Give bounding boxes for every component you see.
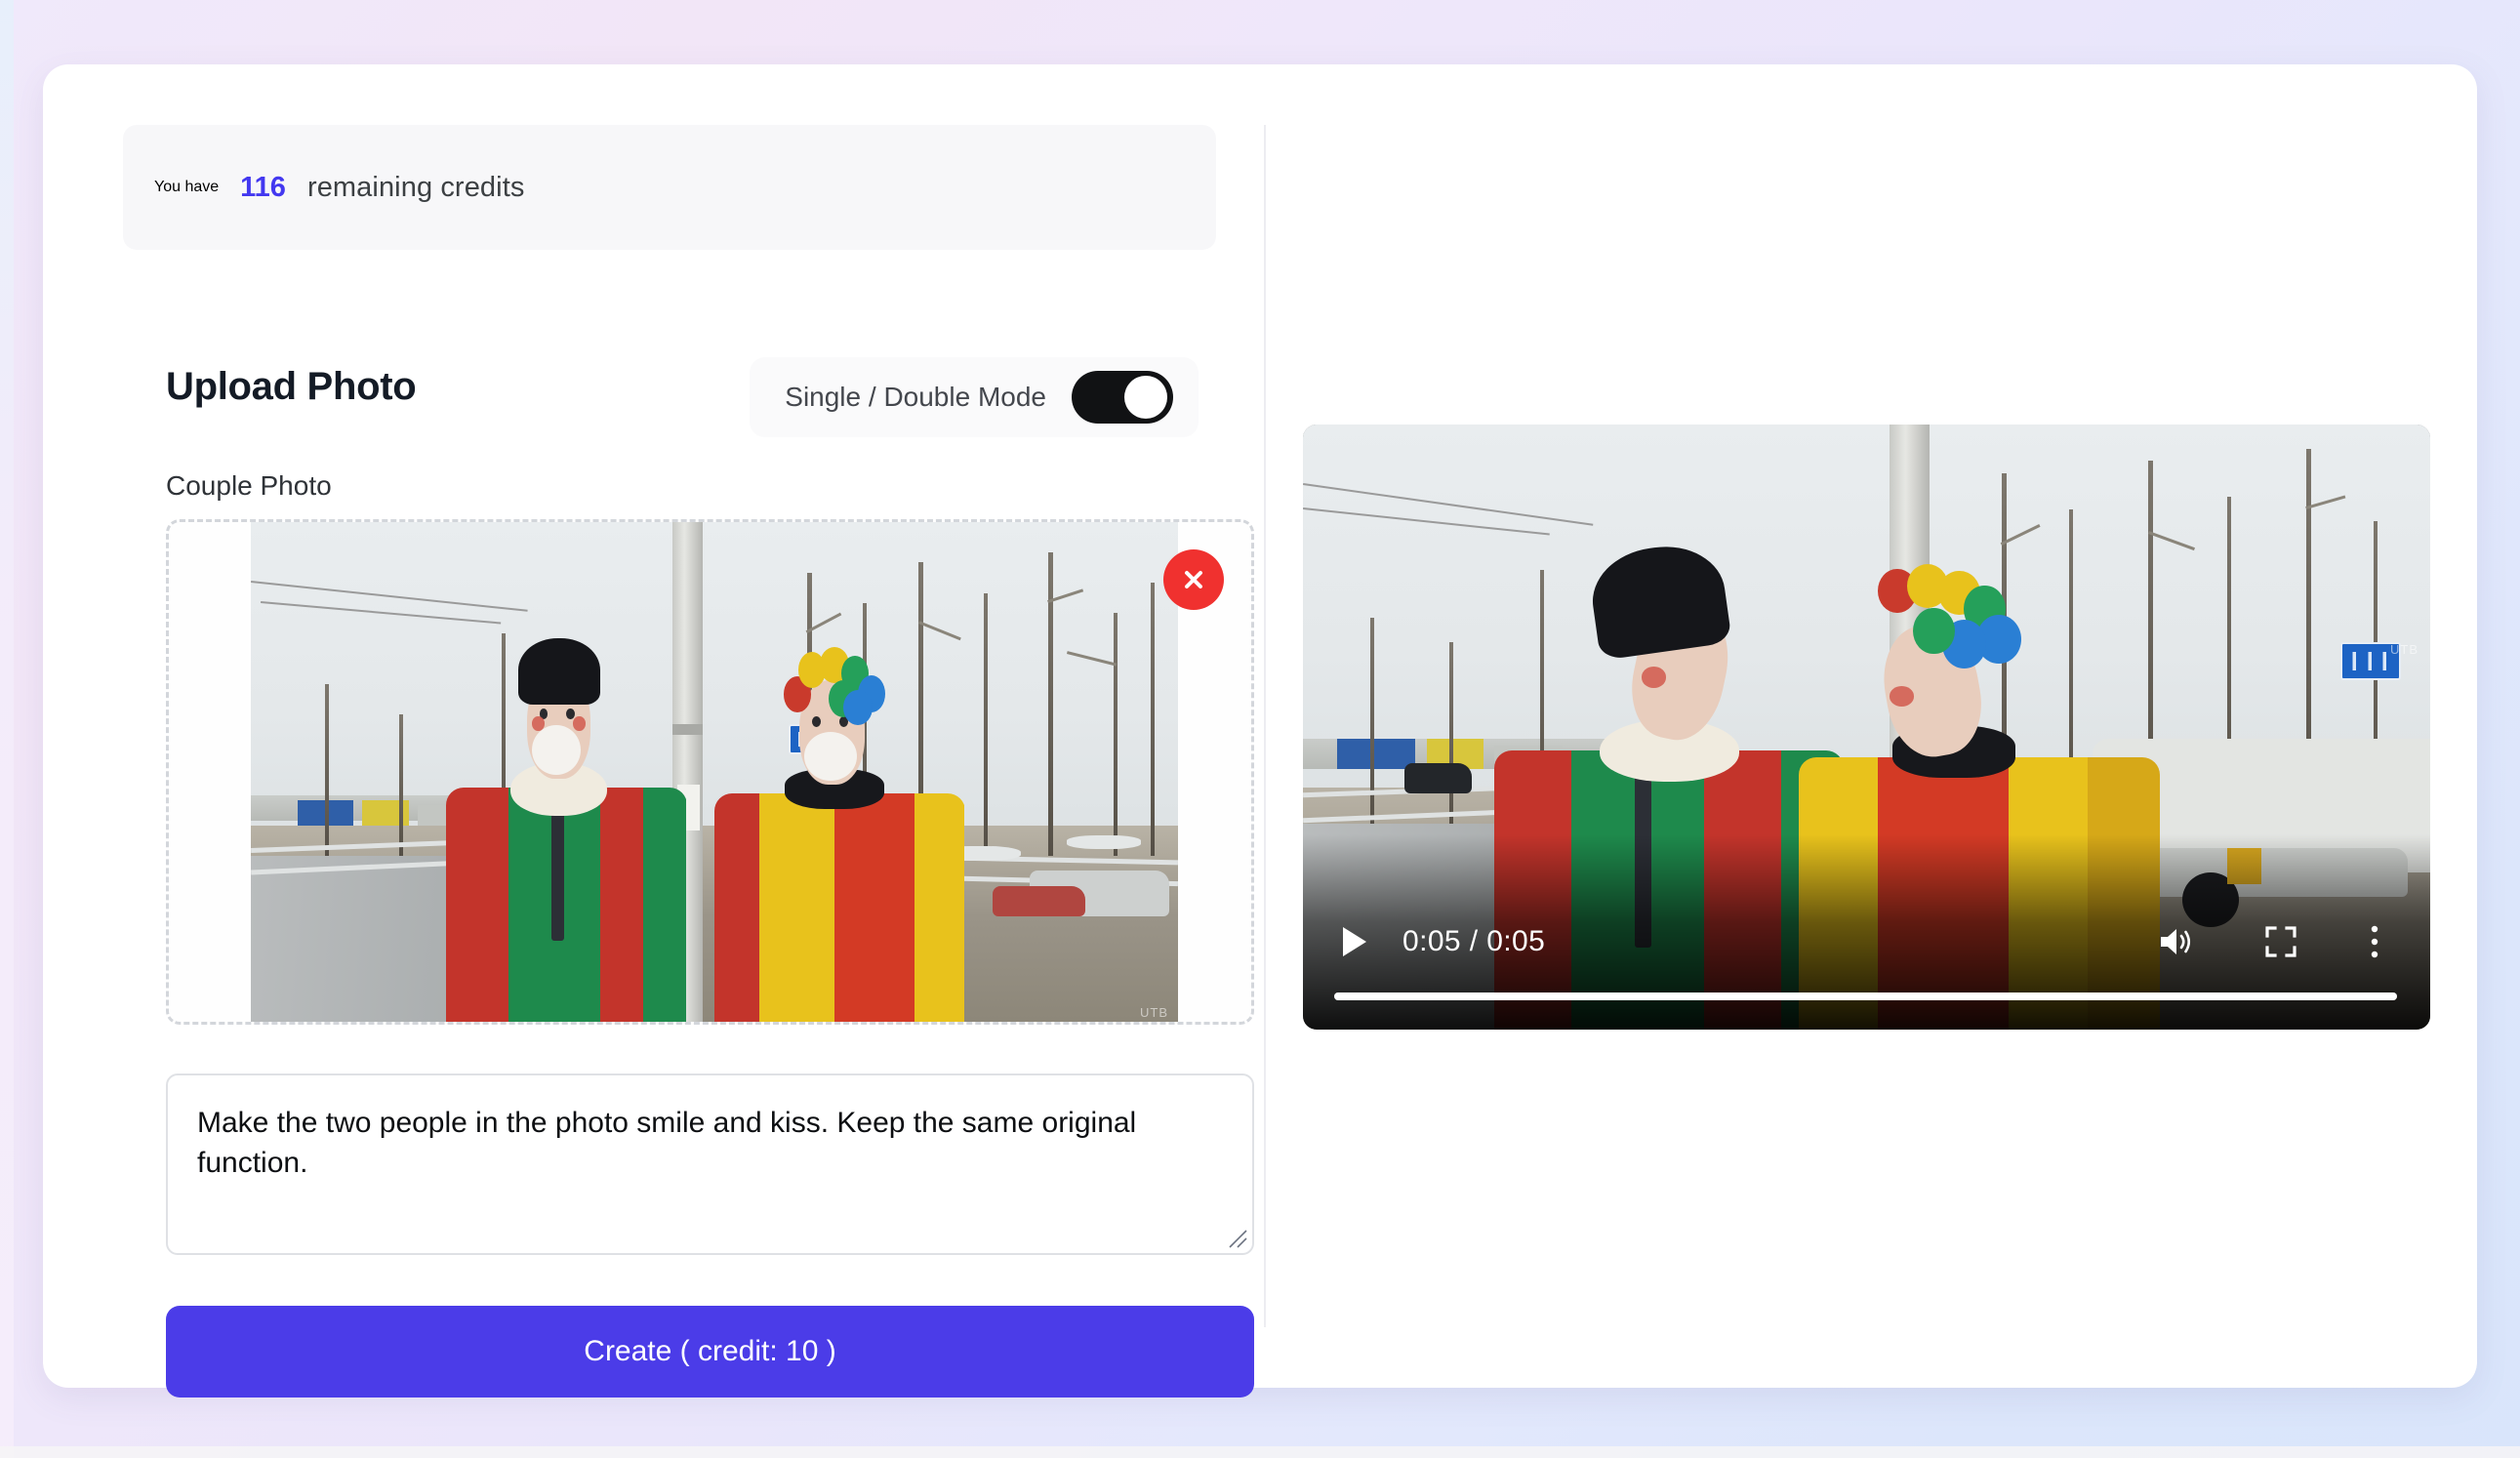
credits-count: 116	[240, 171, 286, 203]
section-header: Upload Photo Single / Double Mode	[123, 357, 1216, 437]
play-icon	[1343, 927, 1366, 956]
background-edge-left	[0, 0, 14, 1458]
resize-handle-icon[interactable]	[1223, 1224, 1248, 1249]
single-double-mode-toggle[interactable]	[1072, 371, 1173, 424]
video-progress-fill	[1334, 992, 2397, 1000]
fullscreen-button[interactable]	[2258, 919, 2303, 964]
video-time-display: 0:05 / 0:05	[1402, 925, 1546, 957]
more-options-icon	[2371, 925, 2378, 958]
watermark: UTB	[1140, 1005, 1168, 1020]
toggle-knob	[1124, 376, 1167, 419]
create-button[interactable]: Create ( credit: 10 )	[166, 1306, 1254, 1397]
credits-banner: You have 116 remaining credits	[123, 125, 1216, 250]
background-edge-bottom	[0, 1446, 2520, 1458]
prompt-textarea[interactable]: Make the two people in the photo smile a…	[166, 1073, 1254, 1255]
mode-toggle-group[interactable]: Single / Double Mode	[750, 357, 1199, 437]
fullscreen-icon	[2265, 926, 2296, 957]
main-card: You have 116 remaining credits Upload Ph…	[43, 64, 2477, 1397]
watermark: UTB	[2390, 642, 2418, 658]
mode-toggle-label: Single / Double Mode	[785, 382, 1046, 412]
couple-photo-label: Couple Photo	[166, 470, 332, 501]
photo-dropzone[interactable]: UTB	[166, 519, 1254, 1025]
video-progress-bar[interactable]	[1334, 992, 2397, 1000]
close-icon	[1185, 571, 1202, 588]
prompt-value: Make the two people in the photo smile a…	[197, 1107, 1145, 1180]
upload-panel: You have 116 remaining credits Upload Ph…	[43, 64, 1264, 1397]
uploaded-photo: UTB	[251, 522, 1178, 1022]
credits-suffix: remaining credits	[306, 171, 525, 203]
remove-photo-button[interactable]	[1163, 549, 1224, 610]
result-video-player[interactable]: UTB 0:05 / 0:05	[1303, 425, 2430, 1030]
credits-prefix: You have	[154, 179, 220, 195]
volume-icon	[2161, 929, 2191, 954]
more-options-button[interactable]	[2352, 919, 2397, 964]
page-title: Upload Photo	[166, 365, 417, 408]
result-panel: UTB 0:05 / 0:05	[1266, 64, 2477, 1388]
volume-button[interactable]	[2153, 919, 2198, 964]
play-button[interactable]	[1334, 921, 1375, 962]
